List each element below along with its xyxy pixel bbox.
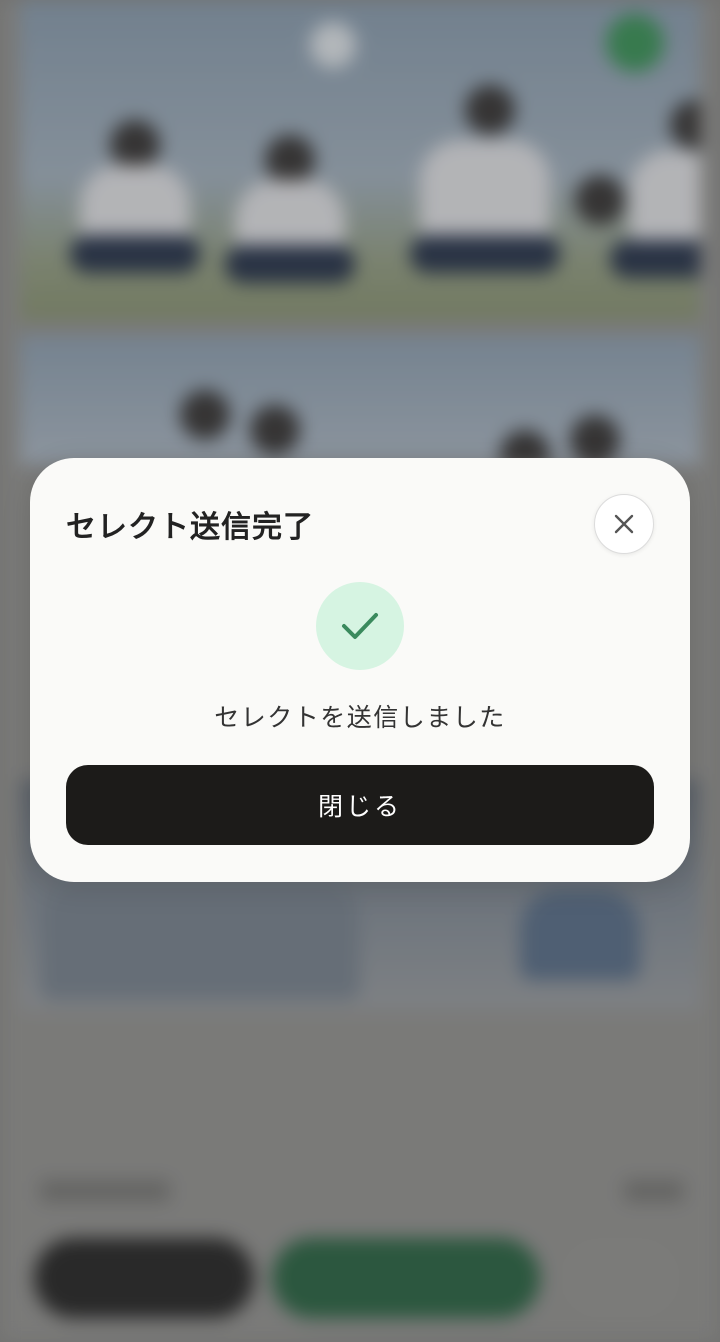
dialog-title: セレクト送信完了	[66, 510, 314, 545]
close-button[interactable]	[594, 494, 654, 554]
send-complete-dialog: セレクト送信完了 セレクトを送信しました 閉じる	[30, 458, 690, 882]
checkmark-icon	[342, 613, 378, 639]
dialog-message: セレクトを送信しました	[214, 703, 506, 732]
dismiss-button-label: 閉じる	[317, 792, 402, 821]
success-indicator	[316, 582, 404, 670]
dismiss-button[interactable]: 閉じる	[66, 765, 654, 845]
close-icon	[614, 514, 634, 534]
